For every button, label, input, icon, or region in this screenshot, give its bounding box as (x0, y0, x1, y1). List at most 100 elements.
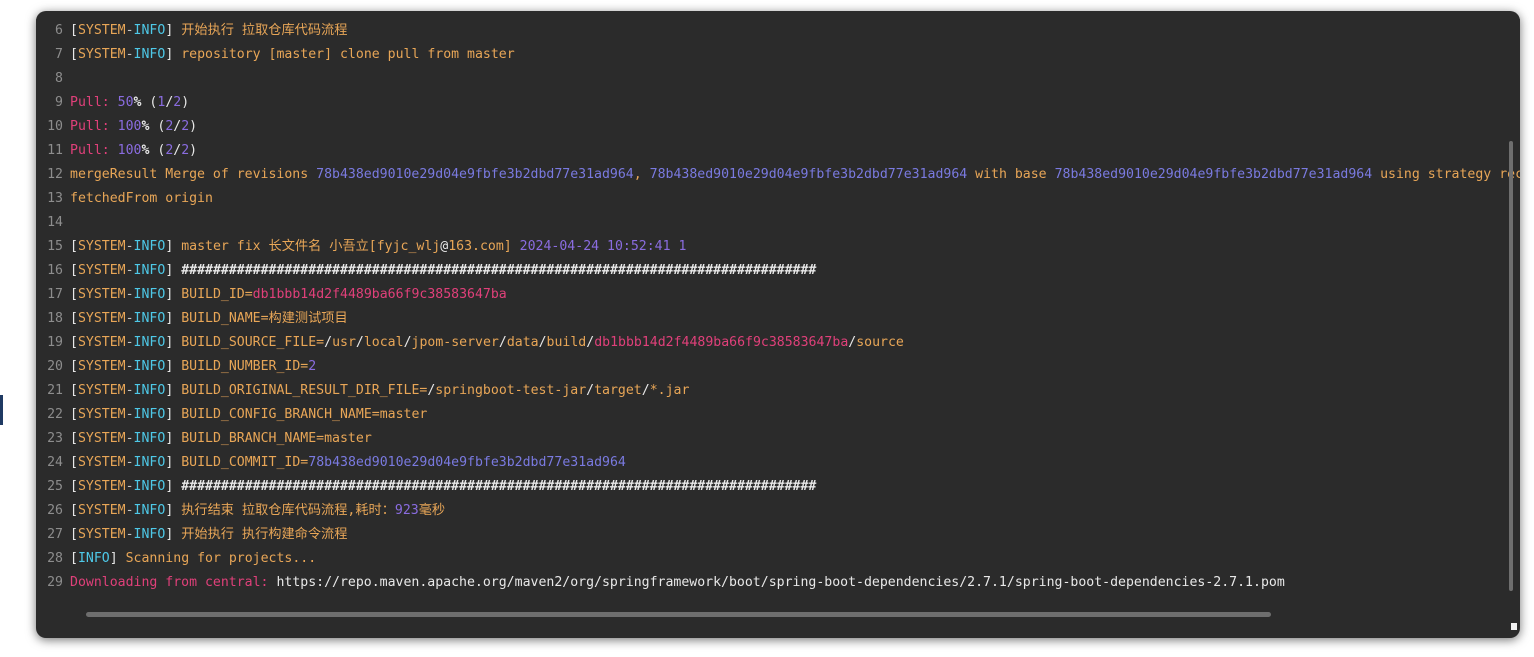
log-token: 执行结束 拉取仓库代码流程,耗时： (173, 503, 395, 518)
log-token: [ (70, 287, 78, 302)
log-token: db1bbb14d2f4489ba66f9c38583647ba (594, 335, 848, 350)
log-token: - (126, 431, 134, 446)
line-number: 10 (36, 115, 70, 139)
log-token: [ (70, 23, 78, 38)
log-token: - (126, 263, 134, 278)
log-token: 2 (181, 119, 189, 134)
log-line: 12mergeResult Merge of revisions 78b438e… (36, 163, 1520, 187)
log-token: [ (70, 407, 78, 422)
line-number: 28 (36, 547, 70, 571)
log-token: master fix 长文件名 小吾立[fyjc_wlj (173, 239, 440, 254)
log-token: data (507, 335, 539, 350)
line-number: 11 (36, 139, 70, 163)
log-token: build (547, 335, 587, 350)
log-token: [ (70, 527, 78, 542)
vertical-scrollbar-thumb[interactable] (1509, 141, 1513, 591)
log-line-content: [SYSTEM-INFO] ##########################… (70, 479, 816, 494)
log-token: 开始执行 拉取仓库代码流程 (173, 23, 347, 38)
build-log-console[interactable]: 6[SYSTEM-INFO] 开始执行 拉取仓库代码流程7[SYSTEM-INF… (36, 11, 1520, 638)
log-token: ) (189, 143, 197, 158)
log-line: 24[SYSTEM-INFO] BUILD_COMMIT_ID=78b438ed… (36, 451, 1520, 475)
log-token: with base (967, 167, 1054, 182)
log-token: SYSTEM (78, 431, 126, 446)
log-token: / (586, 383, 594, 398)
line-number: 7 (36, 43, 70, 67)
log-line-content: [SYSTEM-INFO] repository [master] clone … (70, 47, 515, 62)
log-token: springboot-test-jar (435, 383, 586, 398)
log-token: INFO (134, 47, 166, 62)
log-token: SYSTEM (78, 527, 126, 542)
log-line-content: [SYSTEM-INFO] 执行结束 拉取仓库代码流程,耗时：923毫秒 (70, 503, 445, 518)
line-number: 22 (36, 403, 70, 427)
line-number: 20 (36, 355, 70, 379)
log-token: 2 (308, 359, 316, 374)
log-token: SYSTEM (78, 263, 126, 278)
log-token: repository [master] clone pull from mast… (173, 47, 514, 62)
log-token: [ (70, 311, 78, 326)
log-token: jpom-server (412, 335, 499, 350)
log-line-content: [SYSTEM-INFO] 开始执行 拉取仓库代码流程 (70, 23, 347, 38)
log-token: INFO (134, 311, 166, 326)
log-token: mergeResult Merge of revisions (70, 167, 316, 182)
log-line-content: [SYSTEM-INFO] ##########################… (70, 263, 816, 278)
log-token: Downloading from central: (70, 575, 276, 590)
log-token: [ (70, 335, 78, 350)
log-token: / (356, 335, 364, 350)
log-token: / (404, 335, 412, 350)
line-number: 8 (36, 67, 70, 91)
log-token: ) (189, 119, 197, 134)
log-token: - (126, 455, 134, 470)
log-token: BUILD_ID= (173, 287, 252, 302)
log-token: INFO (134, 239, 166, 254)
log-token: *.jar (650, 383, 690, 398)
line-number: 13 (36, 187, 70, 211)
line-number: 9 (36, 91, 70, 115)
log-viewport[interactable]: 6[SYSTEM-INFO] 开始执行 拉取仓库代码流程7[SYSTEM-INF… (36, 19, 1520, 617)
log-token: ########################################… (173, 479, 816, 494)
log-token: ( (141, 95, 157, 110)
log-token: 100 (118, 143, 142, 158)
log-line: 17[SYSTEM-INFO] BUILD_ID=db1bbb14d2f4489… (36, 283, 1520, 307)
log-line: 18[SYSTEM-INFO] BUILD_NAME=构建测试项目 (36, 307, 1520, 331)
log-token: - (126, 47, 134, 62)
vertical-scrollbar-track[interactable] (1509, 19, 1517, 617)
log-token: ] (110, 551, 118, 566)
log-line-content: [INFO] Scanning for projects... (70, 551, 316, 566)
log-token: SYSTEM (78, 503, 126, 518)
log-token: 78b438ed9010e29d04e9fbfe3b2dbd77e31ad964 (1055, 167, 1373, 182)
log-token: source (856, 335, 904, 350)
line-number: 29 (36, 571, 70, 595)
log-line-content: [SYSTEM-INFO] BUILD_ORIGINAL_RESULT_DIR_… (70, 383, 689, 398)
line-number: 16 (36, 259, 70, 283)
log-token: [ (70, 479, 78, 494)
horizontal-scrollbar-track[interactable] (44, 620, 1508, 628)
log-token: BUILD_ORIGINAL_RESULT_DIR_FILE= (173, 383, 427, 398)
log-token: [ (70, 359, 78, 374)
line-number: 15 (36, 235, 70, 259)
log-line-content: Pull: 50% (1/2) (70, 95, 189, 110)
log-token: SYSTEM (78, 47, 126, 62)
log-line: 15[SYSTEM-INFO] master fix 长文件名 小吾立[fyjc… (36, 235, 1520, 259)
log-token: [ (70, 263, 78, 278)
log-token: / (586, 335, 594, 350)
log-line-content: [SYSTEM-INFO] BUILD_ID=db1bbb14d2f4489ba… (70, 287, 507, 302)
horizontal-scrollbar-thumb[interactable] (86, 612, 1271, 617)
log-token: 2024-04-24 10:52:41 1 (520, 239, 687, 254)
log-token: [ (70, 455, 78, 470)
log-token: 923 (395, 503, 419, 518)
log-token: - (126, 383, 134, 398)
log-token: BUILD_BRANCH_NAME=master (173, 431, 372, 446)
log-token: INFO (134, 479, 166, 494)
line-number: 17 (36, 283, 70, 307)
log-token: 78b438ed9010e29d04e9fbfe3b2dbd77e31ad964 (650, 167, 968, 182)
log-token: SYSTEM (78, 407, 126, 422)
log-token: INFO (78, 551, 110, 566)
line-number: 12 (36, 163, 70, 187)
log-line: 27[SYSTEM-INFO] 开始执行 执行构建命令流程 (36, 523, 1520, 547)
log-token: INFO (134, 527, 166, 542)
left-edge-accent (0, 395, 3, 425)
log-token: - (126, 23, 134, 38)
log-line: 10Pull: 100% (2/2) (36, 115, 1520, 139)
log-token: [ (70, 239, 78, 254)
log-token: / (642, 383, 650, 398)
